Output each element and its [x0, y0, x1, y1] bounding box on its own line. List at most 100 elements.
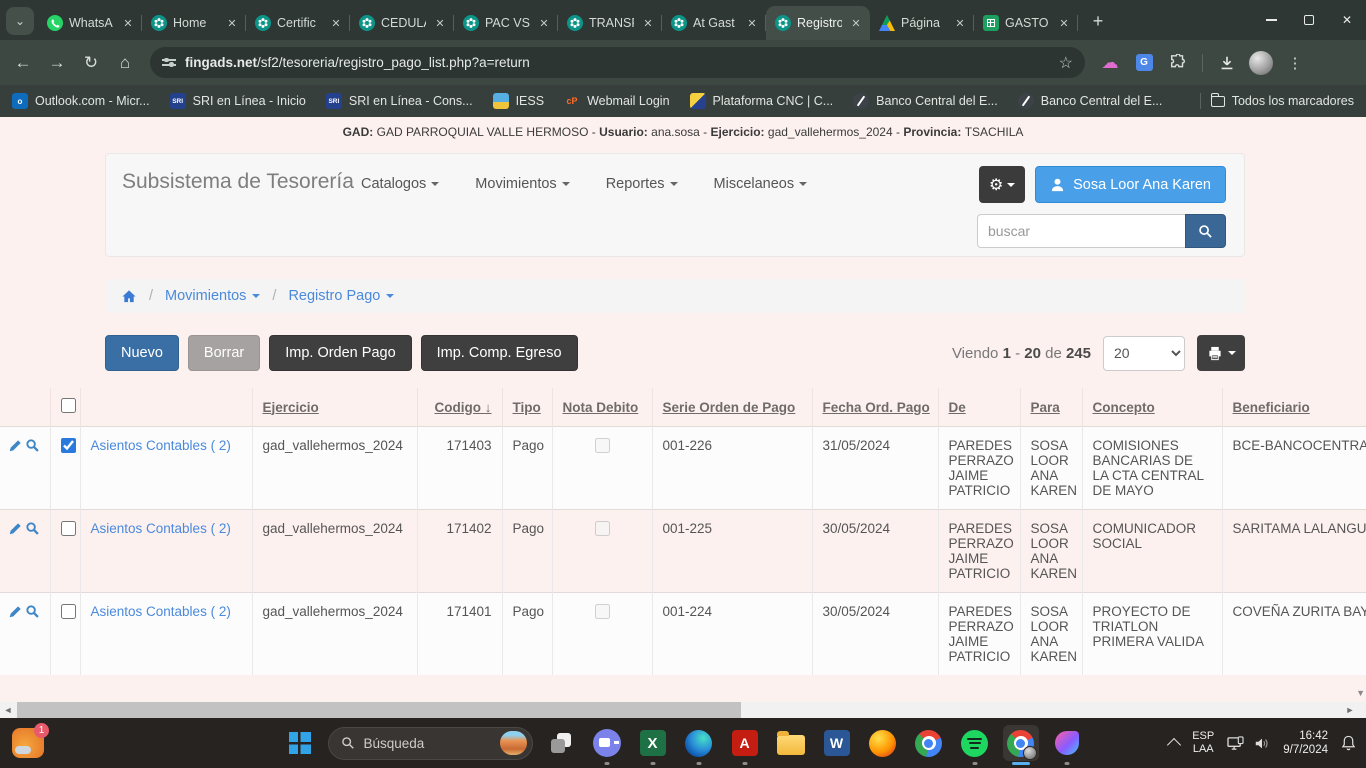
bookmark-item[interactable]: Banco Central del E...	[853, 93, 998, 109]
close-button[interactable]: ✕	[1328, 0, 1366, 40]
asientos-contables-link[interactable]: Asientos Contables ( 2)	[91, 521, 231, 536]
excel-icon[interactable]: X	[635, 725, 671, 761]
browser-tab[interactable]: Home✕	[142, 6, 246, 40]
search-button[interactable]	[1185, 214, 1226, 248]
edit-icon[interactable]	[8, 522, 22, 539]
header-nota-debito[interactable]: Nota Debito	[552, 388, 652, 427]
header-beneficiario[interactable]: Beneficiario	[1222, 388, 1366, 427]
select-all-checkbox[interactable]	[61, 398, 76, 413]
bookmark-item[interactable]: SRISRI en Línea - Inicio	[170, 93, 306, 109]
tab-close-icon[interactable]: ✕	[952, 15, 968, 31]
scroll-left-icon[interactable]: ◄	[0, 702, 16, 718]
menu-miscelaneos[interactable]: Miscelaneos	[714, 176, 808, 192]
tab-close-icon[interactable]: ✕	[224, 15, 240, 31]
table-scroll-down-icon[interactable]: ▼	[1356, 688, 1365, 698]
user-button[interactable]: Sosa Loor Ana Karen	[1035, 166, 1226, 203]
site-info-icon[interactable]	[162, 59, 176, 65]
tab-close-icon[interactable]: ✕	[640, 15, 656, 31]
menu-catalogos[interactable]: Catalogos	[361, 176, 439, 192]
menu-movimientos[interactable]: Movimientos	[475, 176, 569, 192]
scroll-right-icon[interactable]: ►	[1342, 702, 1358, 718]
row-select-checkbox[interactable]	[61, 604, 76, 619]
hidden-icons-chevron[interactable]	[1167, 738, 1181, 752]
teams-icon[interactable]	[589, 725, 625, 761]
header-para[interactable]: Para	[1020, 388, 1082, 427]
bookmark-item[interactable]: oOutlook.com - Micr...	[12, 93, 150, 109]
header-ejercicio[interactable]: Ejercicio	[252, 388, 417, 427]
clock[interactable]: 16:429/7/2024	[1283, 729, 1328, 757]
header-concepto[interactable]: Concepto	[1082, 388, 1222, 427]
browser-tab[interactable]: PAC VS✕	[454, 6, 558, 40]
reload-icon[interactable]: ↻	[76, 48, 106, 78]
view-icon[interactable]	[25, 604, 40, 622]
cloud-extension-icon[interactable]: ☁	[1095, 48, 1125, 78]
bookmark-item[interactable]: IESS	[493, 93, 545, 109]
view-icon[interactable]	[25, 438, 40, 456]
adobe-acrobat-icon[interactable]: A	[727, 725, 763, 761]
home-breadcrumb-icon[interactable]	[121, 289, 137, 304]
task-view-icon[interactable]	[543, 725, 579, 761]
back-icon[interactable]: ←	[8, 48, 38, 78]
header-serie[interactable]: Serie Orden de Pago	[652, 388, 812, 427]
header-fecha[interactable]: Fecha Ord. Pago	[812, 388, 938, 427]
header-codigo[interactable]: Codigo ↓	[417, 388, 502, 427]
word-icon[interactable]: W	[819, 725, 855, 761]
minimize-button[interactable]	[1252, 0, 1290, 40]
translate-extension-icon[interactable]: G	[1129, 48, 1159, 78]
browser-menu-icon[interactable]: ⋮	[1280, 48, 1310, 78]
weather-widget-icon[interactable]: 1	[12, 728, 44, 758]
spotify-icon[interactable]	[957, 725, 993, 761]
paint-app-icon[interactable]	[1049, 725, 1085, 761]
tab-close-icon[interactable]: ✕	[328, 15, 344, 31]
browser-tab[interactable]: At Gast✕	[662, 6, 766, 40]
file-explorer-icon[interactable]	[773, 725, 809, 761]
asientos-contables-link[interactable]: Asientos Contables ( 2)	[91, 604, 231, 619]
view-icon[interactable]	[25, 521, 40, 539]
edit-icon[interactable]	[8, 439, 22, 456]
bookmark-star-icon[interactable]: ☆	[1059, 53, 1073, 73]
menu-reportes[interactable]: Reportes	[606, 176, 678, 192]
bookmark-item[interactable]: SRISRI en Línea - Cons...	[326, 93, 473, 109]
firefox-icon[interactable]	[865, 725, 901, 761]
home-icon[interactable]: ⌂	[110, 48, 140, 78]
notifications-bell-icon[interactable]	[1341, 735, 1356, 751]
browser-tab[interactable]: WhatsA✕	[38, 6, 142, 40]
row-select-checkbox[interactable]	[61, 438, 76, 453]
chrome-icon[interactable]	[911, 725, 947, 761]
chrome-profile-icon[interactable]	[1003, 725, 1039, 761]
nuevo-button[interactable]: Nuevo	[105, 335, 179, 371]
edit-icon[interactable]	[8, 605, 22, 622]
search-input[interactable]	[977, 214, 1185, 248]
address-bar[interactable]: fingads.net/sf2/tesoreria/registro_pago_…	[150, 47, 1085, 78]
edge-icon[interactable]	[681, 725, 717, 761]
network-icon[interactable]	[1227, 736, 1244, 751]
row-select-checkbox[interactable]	[61, 521, 76, 536]
tab-close-icon[interactable]: ✕	[120, 15, 136, 31]
tab-close-icon[interactable]: ✕	[432, 15, 448, 31]
horizontal-scrollbar[interactable]: ◄ ►	[0, 702, 1358, 718]
tab-close-icon[interactable]: ✕	[536, 15, 552, 31]
tab-close-icon[interactable]: ✕	[744, 15, 760, 31]
header-tipo[interactable]: Tipo	[502, 388, 552, 427]
asientos-contables-link[interactable]: Asientos Contables ( 2)	[91, 438, 231, 453]
volume-icon[interactable]	[1254, 736, 1270, 751]
tab-search-icon[interactable]: ⌄	[6, 7, 34, 35]
imp-comp-egreso-button[interactable]: Imp. Comp. Egreso	[421, 335, 578, 371]
browser-tab[interactable]: GASTO✕	[974, 6, 1078, 40]
bookmark-item[interactable]: cPWebmail Login	[564, 93, 669, 109]
restore-button[interactable]	[1290, 0, 1328, 40]
new-tab-button[interactable]: +	[1084, 7, 1112, 35]
browser-tab[interactable]: CEDULA✕	[350, 6, 454, 40]
tab-close-icon[interactable]: ✕	[1056, 15, 1072, 31]
tab-close-icon[interactable]: ✕	[848, 15, 864, 31]
language-indicator[interactable]: ESPLAA	[1192, 730, 1214, 756]
browser-tab[interactable]: Página✕	[870, 6, 974, 40]
browser-tab[interactable]: TRANSF✕	[558, 6, 662, 40]
page-size-select[interactable]: 20	[1103, 336, 1185, 371]
extensions-puzzle-icon[interactable]	[1163, 48, 1193, 78]
forward-icon[interactable]: →	[42, 48, 72, 78]
breadcrumb-movimientos[interactable]: Movimientos	[165, 288, 260, 304]
imp-orden-pago-button[interactable]: Imp. Orden Pago	[269, 335, 411, 371]
bookmark-item[interactable]: Plataforma CNC | C...	[690, 93, 834, 109]
browser-tab[interactable]: Certific✕	[246, 6, 350, 40]
